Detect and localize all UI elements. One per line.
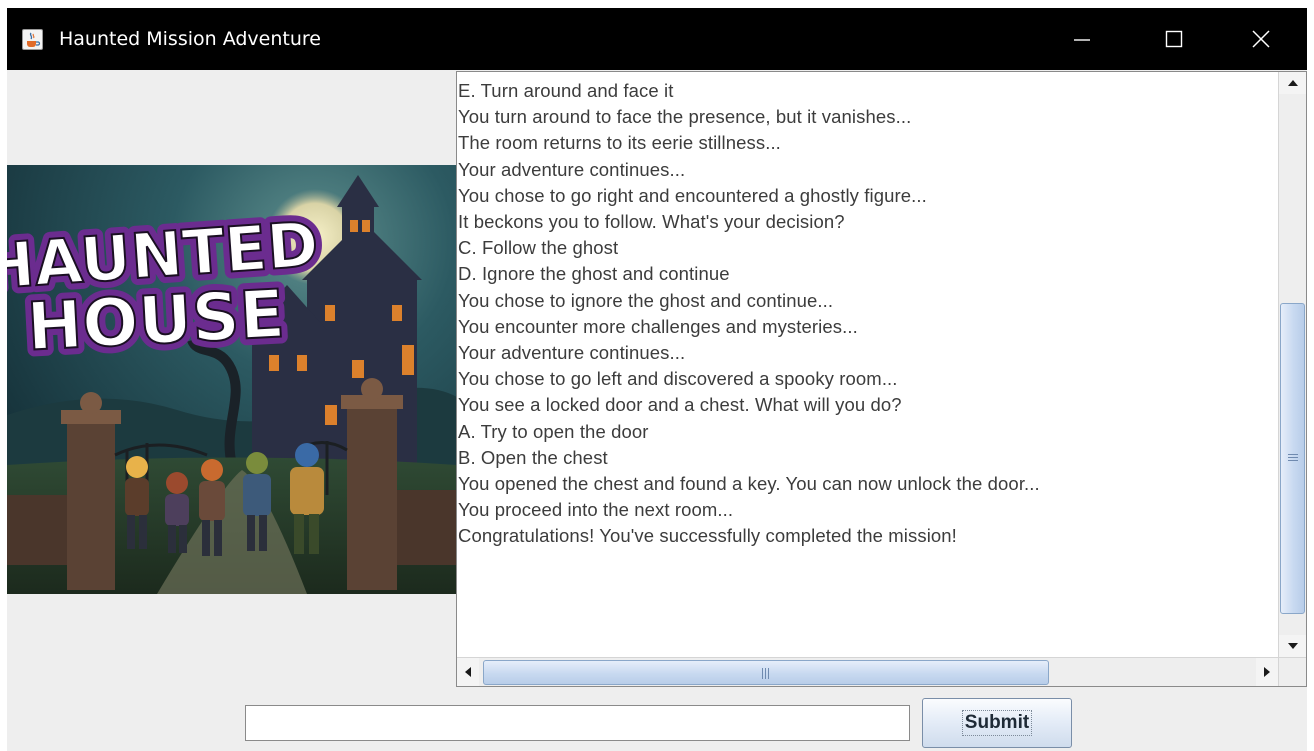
image-panel: HAUNTED HAUNTED HOUSE HOUSE	[7, 70, 457, 751]
scroll-down-button[interactable]	[1279, 635, 1306, 657]
grip-line	[768, 668, 769, 679]
vertical-scroll-thumb[interactable]	[1280, 303, 1305, 614]
story-line: The room returns to its eerie stillness.…	[458, 132, 781, 154]
story-line: Your adventure continues...	[458, 342, 686, 364]
grip-line	[1288, 457, 1298, 458]
story-line: You chose to ignore the ghost and contin…	[458, 289, 834, 311]
story-line: D. Ignore the ghost and continue	[458, 263, 730, 285]
arrow-left-icon	[465, 667, 471, 677]
vertical-scrollbar[interactable]	[1278, 72, 1306, 657]
story-line: You encounter more challenges and myster…	[458, 315, 858, 337]
maximize-button[interactable]	[1128, 8, 1220, 70]
horizontal-scrollbar[interactable]	[457, 657, 1278, 686]
arrow-down-icon	[1287, 643, 1298, 649]
minimize-icon	[1074, 39, 1090, 41]
story-line: C. Follow the ghost	[458, 237, 619, 259]
haunted-house-poster: HAUNTED HAUNTED HOUSE HOUSE	[7, 165, 457, 594]
story-line: Your adventure continues...	[458, 158, 686, 180]
svg-text:HOUSE: HOUSE	[25, 275, 286, 365]
story-scroll-pane[interactable]: E. Turn around and face it You turn aroun…	[456, 71, 1307, 687]
story-line: You opened the chest and found a key. Yo…	[458, 473, 1040, 495]
minimize-button[interactable]	[1036, 8, 1128, 70]
scroll-up-button[interactable]	[1279, 72, 1306, 94]
story-line: You see a locked door and a chest. What …	[458, 394, 902, 416]
scrollpane-corner	[1278, 657, 1306, 686]
story-line: It beckons you to follow. What's your de…	[458, 211, 845, 233]
story-line: You chose to go left and discovered a sp…	[458, 368, 898, 390]
story-line: You proceed into the next room...	[458, 499, 734, 521]
java-coffee-cup-icon	[22, 29, 43, 50]
close-button[interactable]	[1215, 8, 1307, 70]
grip-line	[762, 668, 763, 679]
maximize-icon	[1165, 30, 1183, 48]
story-line: E. Turn around and face it	[458, 80, 674, 101]
story-text-area[interactable]: E. Turn around and face it You turn aroun…	[457, 72, 1278, 657]
story-line: You chose to go right and encountered a …	[458, 184, 927, 206]
submit-button[interactable]: Submit	[922, 698, 1072, 748]
title-bar[interactable]: Haunted Mission Adventure	[7, 8, 1307, 70]
horizontal-scroll-thumb[interactable]	[483, 660, 1049, 685]
story-line: B. Open the chest	[458, 446, 608, 468]
app-window: Haunted Mission Adventure HAUNTED HAUNTE…	[7, 8, 1307, 751]
arrow-right-icon	[1264, 667, 1270, 677]
scroll-right-button[interactable]	[1256, 658, 1278, 686]
story-line: Congratulations! You've successfully com…	[458, 525, 957, 547]
close-icon	[1252, 30, 1270, 48]
window-title: Haunted Mission Adventure	[59, 28, 321, 50]
arrow-up-icon	[1287, 80, 1298, 86]
grip-line	[1288, 454, 1298, 455]
grip-line	[765, 668, 766, 679]
answer-input[interactable]	[245, 705, 910, 741]
story-line: A. Try to open the door	[458, 420, 649, 442]
submit-button-label: Submit	[961, 710, 1033, 736]
scroll-left-button[interactable]	[457, 658, 479, 686]
story-line: You turn around to face the presence, bu…	[458, 106, 912, 128]
grip-line	[1288, 460, 1298, 461]
